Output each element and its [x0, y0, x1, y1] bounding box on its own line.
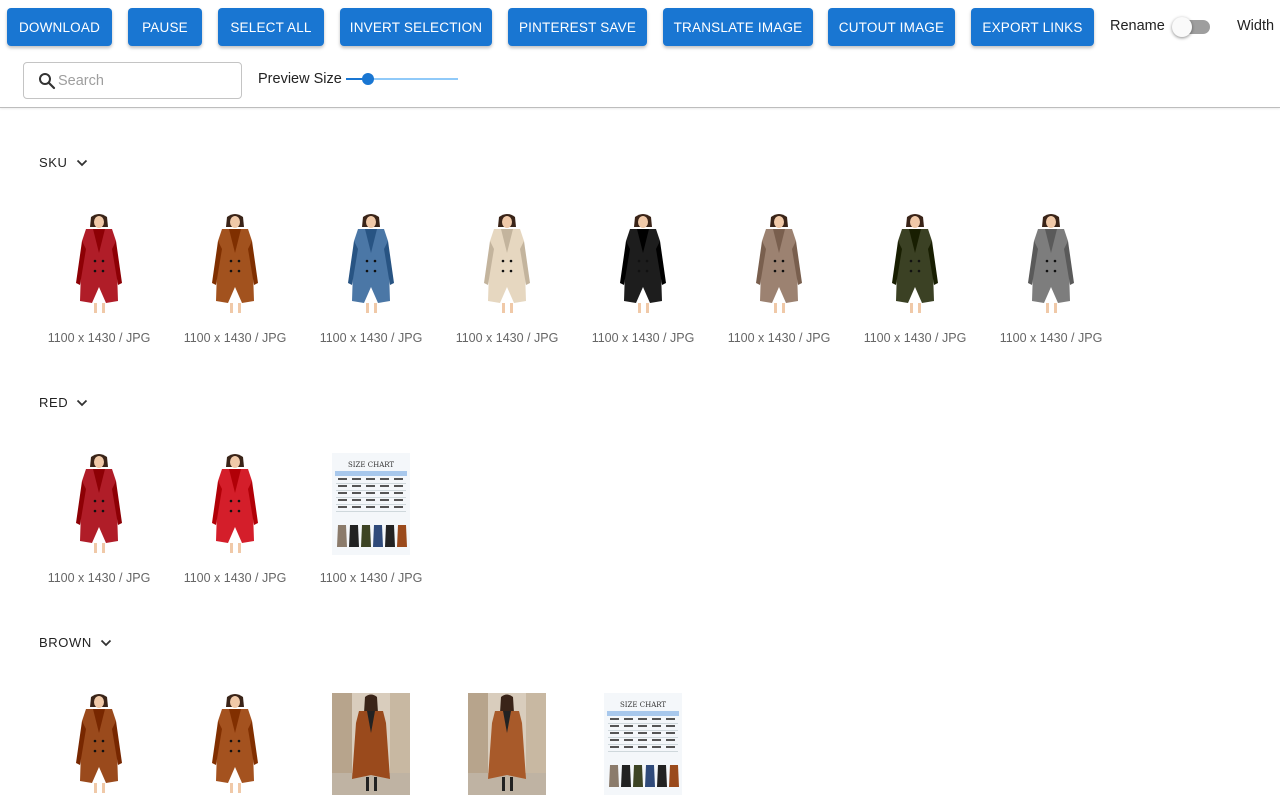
pause-button[interactable]: PAUSE — [128, 8, 202, 46]
svg-text:SIZE CHART: SIZE CHART — [620, 701, 666, 709]
image-dimensions-caption: 1100 x 1430 / JPG — [47, 331, 151, 345]
select-all-button[interactable]: SELECT ALL — [218, 8, 324, 46]
coat-image[interactable] — [60, 453, 138, 555]
section-header-brown[interactable]: BROWN — [39, 635, 112, 650]
coat-image[interactable] — [60, 693, 138, 795]
section-header-sku[interactable]: SKU — [39, 155, 88, 170]
coat-image[interactable] — [740, 213, 818, 315]
coat-image[interactable] — [604, 213, 682, 315]
coat-image[interactable] — [468, 693, 546, 795]
width-label: Width — [1237, 18, 1275, 34]
image-dimensions-caption: 1100 x 1430 / JPG — [727, 331, 831, 345]
coat-image[interactable] — [332, 213, 410, 315]
preview-size-slider[interactable] — [346, 71, 458, 87]
download-button[interactable]: DOWNLOAD — [7, 8, 112, 46]
image-dimensions-caption: 1100 x 1430 / JPG — [47, 571, 151, 585]
coat-image[interactable] — [332, 693, 410, 795]
image-dimensions-caption: 1100 x 1430 / JPG — [591, 331, 695, 345]
translate-image-button[interactable]: TRANSLATE IMAGE — [663, 8, 813, 46]
coat-image[interactable] — [60, 213, 138, 315]
image-dimensions-caption: 1100 x 1430 / JPG — [999, 331, 1103, 345]
section-title: SKU — [39, 155, 68, 170]
image-dimensions-caption: 1100 x 1430 / JPG — [319, 331, 423, 345]
invert-selection-button[interactable]: INVERT SELECTION — [340, 8, 492, 46]
size-chart-image[interactable]: SIZE CHART — [604, 693, 682, 795]
section-header-red[interactable]: RED — [39, 395, 88, 410]
search-icon — [39, 73, 56, 90]
size-chart-image[interactable]: SIZE CHART — [332, 453, 410, 555]
search-field[interactable] — [23, 62, 242, 99]
search-input[interactable] — [58, 69, 234, 93]
rename-label: Rename — [1110, 18, 1165, 34]
image-dimensions-caption: 1100 x 1430 / JPG — [183, 571, 287, 585]
image-dimensions-caption: 1100 x 1430 / JPG — [183, 331, 287, 345]
coat-image[interactable] — [468, 213, 546, 315]
image-dimensions-caption: 1100 x 1430 / JPG — [455, 331, 559, 345]
toolbar: DOWNLOAD PAUSE SELECT ALL INVERT SELECTION P… — [0, 0, 1280, 108]
section-title: BROWN — [39, 635, 92, 650]
chevron-down-icon[interactable] — [76, 395, 88, 410]
rename-toggle[interactable] — [1172, 17, 1210, 37]
section-title: RED — [39, 395, 69, 410]
coat-image[interactable] — [196, 213, 274, 315]
slider-thumb[interactable] — [362, 73, 375, 85]
rename-toggle-thumb — [1172, 17, 1192, 37]
preview-size-label: Preview Size — [258, 71, 342, 87]
coat-image[interactable] — [1012, 213, 1090, 315]
image-dimensions-caption: 1100 x 1430 / JPG — [863, 331, 967, 345]
chevron-down-icon[interactable] — [100, 635, 112, 650]
coat-image[interactable] — [196, 693, 274, 795]
coat-image[interactable] — [876, 213, 954, 315]
coat-image[interactable] — [196, 453, 274, 555]
cutout-image-button[interactable]: CUTOUT IMAGE — [828, 8, 955, 46]
pinterest-save-button[interactable]: PINTEREST SAVE — [508, 8, 647, 46]
image-dimensions-caption: 1100 x 1430 / JPG — [319, 571, 423, 585]
export-links-button[interactable]: EXPORT LINKS — [971, 8, 1094, 46]
svg-text:SIZE CHART: SIZE CHART — [348, 461, 394, 469]
chevron-down-icon[interactable] — [76, 155, 88, 170]
